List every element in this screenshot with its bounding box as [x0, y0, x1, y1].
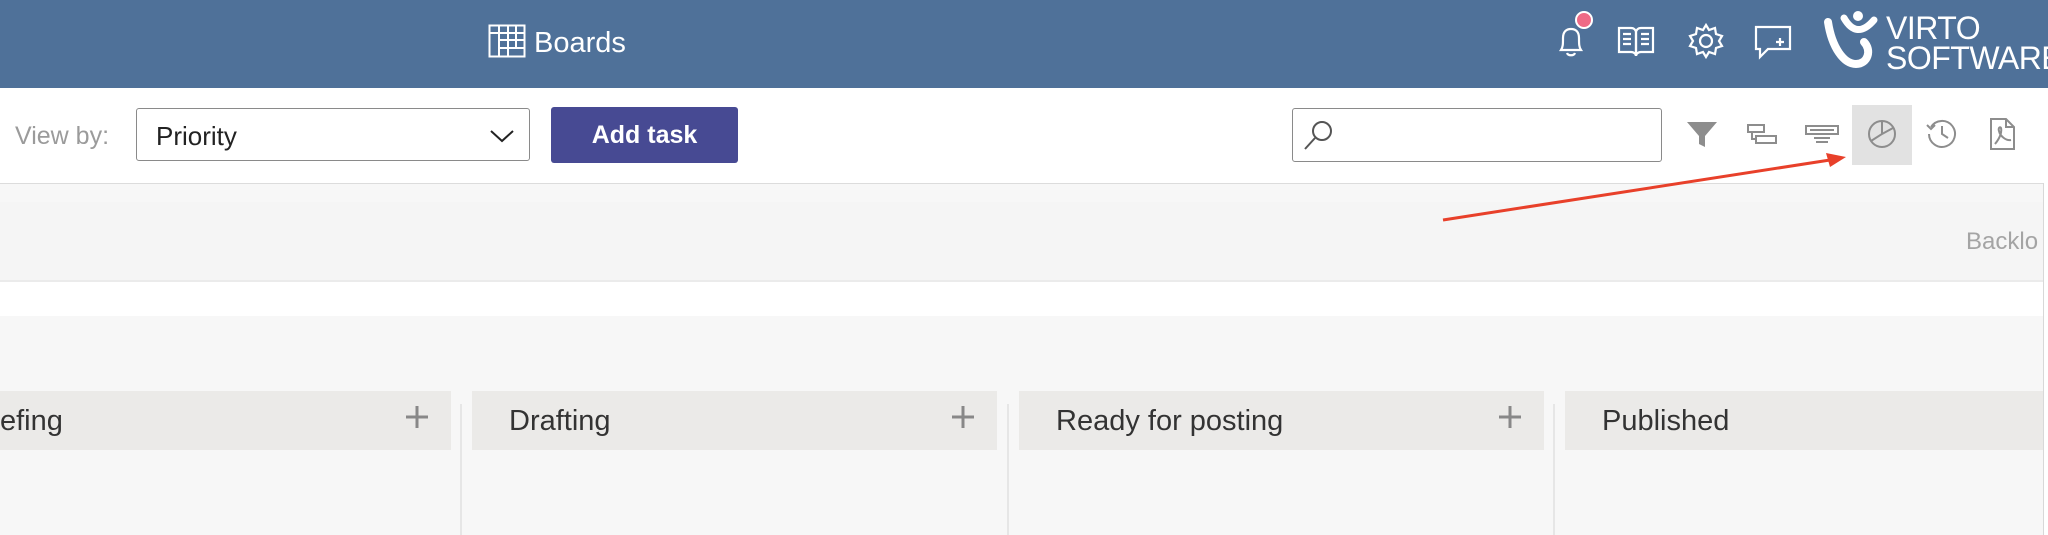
- export-pdf-button[interactable]: [1982, 114, 2022, 154]
- gantt-view-button[interactable]: [1742, 114, 1782, 154]
- add-card-icon[interactable]: [1496, 403, 1524, 431]
- column-title: Drafting: [509, 405, 611, 437]
- filter-icon: [1687, 122, 1717, 147]
- pdf-icon: [1990, 118, 2015, 150]
- search-input[interactable]: [1341, 115, 1645, 157]
- boards-title-group[interactable]: Boards: [488, 22, 626, 64]
- book-icon: [1617, 26, 1655, 57]
- column-header-published[interactable]: Published: [1565, 391, 2043, 450]
- swimlane-divider: [0, 282, 2043, 316]
- swimlane-header[interactable]: [0, 202, 2048, 282]
- column-header-drafting[interactable]: Drafting: [472, 391, 997, 450]
- column-header-briefing[interactable]: efing: [0, 391, 451, 450]
- view-by-label: View by:: [15, 122, 110, 150]
- add-task-button[interactable]: Add task: [551, 107, 738, 163]
- view-by-select[interactable]: Priority: [136, 108, 530, 161]
- add-card-icon[interactable]: [403, 403, 431, 431]
- virto-logo-icon: [1824, 11, 1878, 69]
- search-icon: [1304, 121, 1332, 150]
- boards-grid-icon: [488, 24, 526, 63]
- add-card-icon[interactable]: [949, 403, 977, 431]
- settings-button[interactable]: [1683, 18, 1729, 64]
- gantt-icon: [1747, 124, 1777, 144]
- view-by-value: Priority: [156, 121, 237, 151]
- column-separator: [1553, 404, 1555, 535]
- timeline-icon: [1805, 125, 1839, 143]
- chevron-down-icon: [490, 130, 514, 143]
- page-title: Boards: [534, 26, 626, 59]
- column-separator: [1007, 404, 1009, 535]
- search-box[interactable]: [1292, 108, 1662, 162]
- charts-button[interactable]: [1862, 114, 1902, 154]
- column-title: Ready for posting: [1056, 405, 1284, 437]
- gear-icon: [1688, 22, 1724, 60]
- history-button[interactable]: [1922, 114, 1962, 154]
- top-bar: [0, 0, 2048, 88]
- column-separator: [460, 404, 462, 535]
- feedback-button[interactable]: [1750, 18, 1796, 64]
- help-book-button[interactable]: [1613, 18, 1659, 64]
- column-title: Published: [1602, 405, 1730, 437]
- history-icon: [1926, 119, 1956, 148]
- logo-line-2: SOFTWARE: [1886, 40, 2048, 76]
- right-scroll-edge: [2043, 183, 2048, 535]
- column-header-ready-for-posting[interactable]: Ready for posting: [1019, 391, 1544, 450]
- notification-badge: [1575, 11, 1593, 29]
- timeline-view-button[interactable]: [1802, 114, 1842, 154]
- swimlane-title: Backlo: [1966, 228, 2039, 255]
- filter-button[interactable]: [1682, 114, 1722, 154]
- chart-pie-icon: [1868, 120, 1896, 148]
- chat-plus-icon: [1754, 25, 1792, 60]
- column-title: efing: [0, 405, 63, 437]
